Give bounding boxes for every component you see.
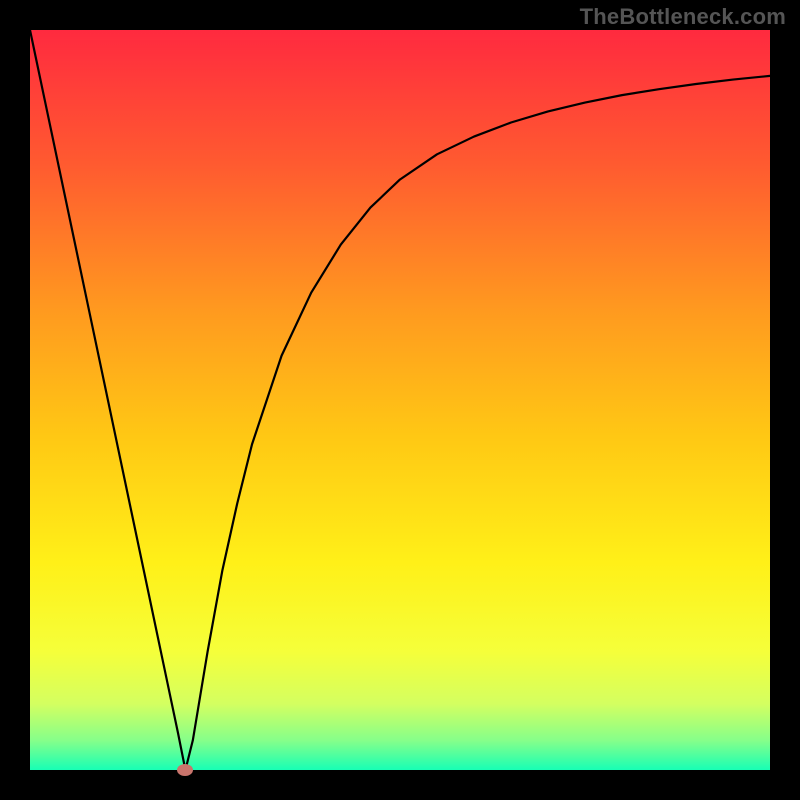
chart-frame: TheBottleneck.com — [0, 0, 800, 800]
chart-plot — [30, 30, 770, 770]
watermark-text: TheBottleneck.com — [580, 4, 786, 30]
optimal-point-marker — [177, 764, 193, 776]
gradient-background — [30, 30, 770, 770]
